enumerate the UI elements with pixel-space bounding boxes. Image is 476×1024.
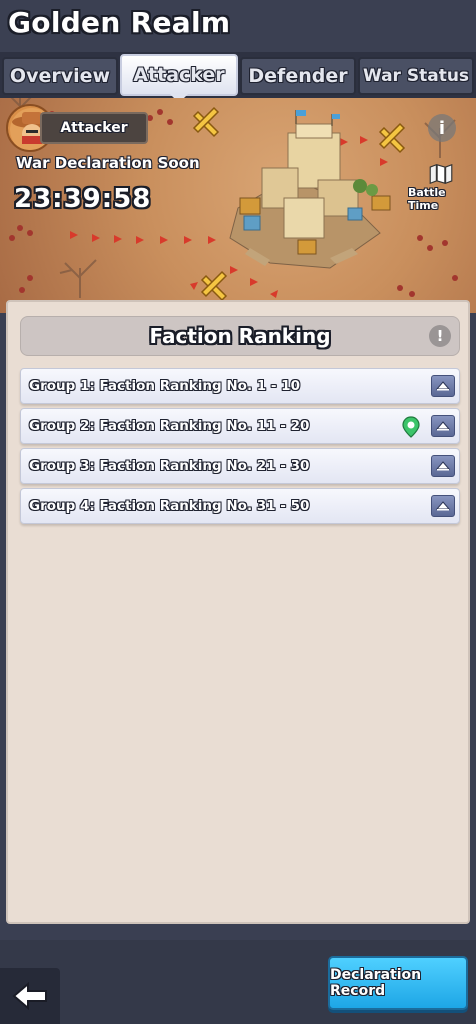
exclamation-icon[interactable]: ! (429, 325, 451, 347)
back-arrow-icon (12, 982, 47, 1010)
group-row-3[interactable]: Group 3: Faction Ranking No. 21 - 30 (20, 448, 460, 484)
group-label: Group 1: Faction Ranking No. 1 - 10 (29, 378, 300, 394)
group-label: Group 4: Faction Ranking No. 31 - 50 (29, 498, 310, 514)
tab-defender[interactable]: Defender (240, 57, 356, 95)
battle-time-button[interactable]: Battle Time (408, 164, 474, 212)
battle-time-label: Battle Time (408, 186, 446, 212)
page-title: Golden Realm (8, 6, 231, 39)
declaration-record-button[interactable]: Declaration Record (328, 956, 468, 1010)
group-label: Group 2: Faction Ranking No. 11 - 20 (29, 418, 310, 434)
tab-war-status[interactable]: War Status (358, 57, 474, 95)
ranking-title: Faction Ranking (149, 324, 331, 348)
location-pin-icon (402, 416, 420, 438)
battle-map[interactable]: Attacker War Declaration Soon 23:39:58 i… (0, 98, 476, 313)
ranking-header: Faction Ranking ! (20, 316, 460, 356)
countdown-timer: 23:39:58 (14, 184, 152, 214)
expand-toggle[interactable] (431, 375, 455, 397)
expand-toggle[interactable] (431, 415, 455, 437)
group-row-1[interactable]: Group 1: Faction Ranking No. 1 - 10 (20, 368, 460, 404)
chevron-up-icon (436, 461, 450, 471)
war-status-text: War Declaration Soon (16, 154, 200, 172)
chevron-up-icon (436, 501, 450, 511)
header-bar: Golden Realm (0, 0, 476, 52)
tab-bar: Overview Attacker Defender War Status (0, 52, 476, 103)
group-row-2[interactable]: Group 2: Faction Ranking No. 11 - 20 (20, 408, 460, 444)
faction-ranking-panel: Faction Ranking ! Group 1: Faction Ranki… (6, 300, 470, 924)
expand-toggle[interactable] (431, 455, 455, 477)
expand-toggle[interactable] (431, 495, 455, 517)
chevron-up-icon (436, 381, 450, 391)
role-badge: Attacker (40, 112, 148, 144)
tab-overview[interactable]: Overview (2, 57, 118, 95)
group-row-4[interactable]: Group 4: Faction Ranking No. 31 - 50 (20, 488, 460, 524)
group-label: Group 3: Faction Ranking No. 21 - 30 (29, 458, 310, 474)
chevron-up-icon (436, 421, 450, 431)
info-icon[interactable]: i (428, 114, 456, 142)
back-button[interactable] (0, 968, 60, 1024)
tab-attacker[interactable]: Attacker (120, 54, 238, 103)
map-book-icon (429, 164, 453, 184)
